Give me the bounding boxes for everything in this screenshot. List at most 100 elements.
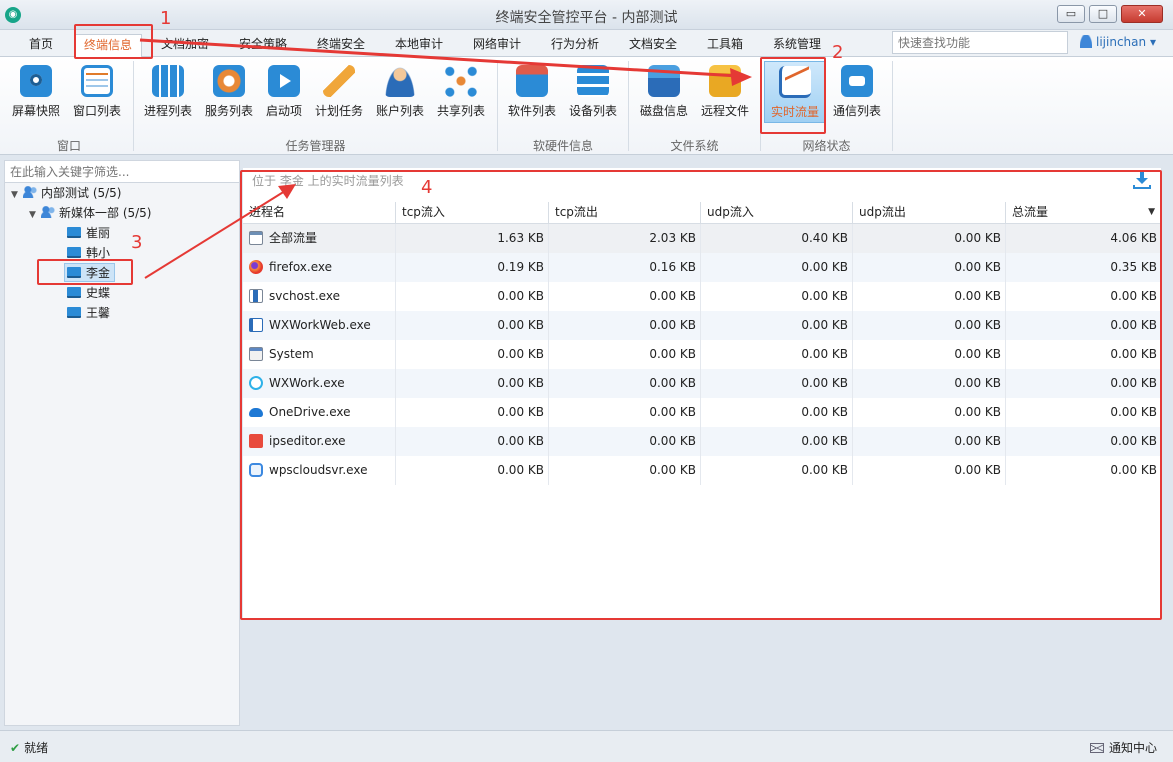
annotation-label-2: 2 bbox=[832, 42, 844, 63]
table-row[interactable]: System 0.00 KB 0.00 KB 0.00 KB 0.00 KB 0.00 K… bbox=[243, 340, 1161, 369]
scheduled-tasks-label: 计划任务 bbox=[314, 104, 363, 118]
remote-files-label: 远程文件 bbox=[700, 104, 749, 118]
table-row[interactable]: WXWorkWeb.exe 0.00 KB 0.00 KB 0.00 KB 0.00 K… bbox=[243, 311, 1161, 340]
realtime-traffic-button[interactable]: 实时流量 bbox=[764, 61, 826, 123]
tree-dept-node[interactable]: ▼ 新媒体一部 (5/5) bbox=[29, 204, 152, 223]
col-tcp-in[interactable]: tcp流入 bbox=[396, 202, 549, 224]
tree-dept-label: 新媒体一部 (5/5) bbox=[59, 206, 152, 220]
process-name-cell: wpscloudsvr.exe bbox=[243, 456, 396, 485]
status-label: 就绪 bbox=[24, 741, 49, 755]
tree-computer-node-selected[interactable]: 李金 bbox=[64, 263, 116, 282]
remote-files-button[interactable]: 远程文件 bbox=[694, 61, 756, 123]
tree-computer-node[interactable]: 崔丽 bbox=[67, 224, 110, 243]
process-name: WXWork.exe bbox=[269, 376, 345, 390]
ribbon-divider bbox=[892, 61, 893, 151]
tab-behavior-analysis[interactable]: 行为分析 bbox=[542, 34, 608, 57]
tcp-in-cell: 0.00 KB bbox=[396, 340, 549, 369]
tab-network-audit[interactable]: 网络审计 bbox=[464, 34, 530, 57]
computer-label: 史蝶 bbox=[86, 286, 111, 300]
expand-caret-icon[interactable]: ▼ bbox=[29, 206, 41, 225]
share-list-button[interactable]: 共享列表 bbox=[430, 61, 492, 123]
startup-items-button[interactable]: 启动项 bbox=[253, 61, 315, 123]
col-udp-in[interactable]: udp流入 bbox=[701, 202, 853, 224]
close-button[interactable]: ✕ bbox=[1121, 5, 1163, 23]
udp-out-cell: 0.00 KB bbox=[853, 427, 1006, 456]
tab-terminal-security[interactable]: 终端安全 bbox=[308, 34, 374, 57]
col-total-label: 总流量 bbox=[1012, 205, 1049, 219]
maximize-button[interactable]: □ bbox=[1089, 5, 1117, 23]
title-bar: ◉ 终端安全管控平台 - 内部测试 ▭ □ ✕ bbox=[0, 0, 1173, 30]
udp-in-cell: 0.00 KB bbox=[701, 340, 853, 369]
check-icon: ✔ bbox=[10, 741, 21, 755]
udp-in-cell: 0.00 KB bbox=[701, 282, 853, 311]
tree-filter-input[interactable] bbox=[5, 161, 239, 183]
tree-root-node[interactable]: ▼ 内部测试 (5/5) bbox=[11, 184, 122, 203]
table-row[interactable]: wpscloudsvr.exe 0.00 KB 0.00 KB 0.00 KB 0.00… bbox=[243, 456, 1161, 485]
tab-doc-encrypt[interactable]: 文档加密 bbox=[152, 34, 218, 57]
col-total[interactable]: 总流量 ▼ bbox=[1006, 202, 1161, 224]
tab-toolbox[interactable]: 工具箱 bbox=[698, 34, 752, 57]
total-cell: 0.00 KB bbox=[1110, 405, 1157, 419]
process-list-button[interactable]: 进程列表 bbox=[137, 61, 199, 123]
minimize-button[interactable]: ▭ bbox=[1057, 5, 1085, 23]
status-bar: ✔ 就绪 通知中心 bbox=[0, 730, 1173, 762]
software-list-button[interactable]: 软件列表 bbox=[501, 61, 563, 123]
scheduled-tasks-button[interactable]: 计划任务 bbox=[308, 61, 370, 123]
computer-icon bbox=[67, 287, 81, 298]
tab-local-audit[interactable]: 本地审计 bbox=[386, 34, 452, 57]
expand-caret-icon[interactable]: ▼ bbox=[11, 186, 23, 205]
udp-in-cell: 0.00 KB bbox=[701, 456, 853, 485]
col-udp-out[interactable]: udp流出 bbox=[853, 202, 1006, 224]
screen-snapshot-button[interactable]: 屏幕快照 bbox=[5, 61, 67, 123]
tab-security-policy[interactable]: 安全策略 bbox=[230, 34, 296, 57]
udp-out-cell: 0.00 KB bbox=[853, 369, 1006, 398]
tab-doc-security[interactable]: 文档安全 bbox=[620, 34, 686, 57]
tree-computer-node[interactable]: 王馨 bbox=[67, 304, 110, 323]
udp-out-cell: 0.00 KB bbox=[853, 398, 1006, 427]
disk-info-button[interactable]: 磁盘信息 bbox=[633, 61, 695, 123]
quick-search-input[interactable] bbox=[892, 31, 1068, 54]
tab-terminal-info[interactable]: 终端信息 bbox=[74, 34, 142, 57]
udp-in-cell: 0.00 KB bbox=[701, 427, 853, 456]
col-process-name[interactable]: 进程名 bbox=[243, 202, 396, 224]
device-list-button[interactable]: 设备列表 bbox=[562, 61, 624, 123]
table-row[interactable]: firefox.exe 0.19 KB 0.16 KB 0.00 KB 0.00 KB 0… bbox=[243, 253, 1161, 282]
annotation-label-4: 4 bbox=[421, 177, 433, 198]
table-row[interactable]: svchost.exe 0.00 KB 0.00 KB 0.00 KB 0.00 KB 0… bbox=[243, 282, 1161, 311]
device-list-label: 设备列表 bbox=[568, 104, 617, 118]
user-menu[interactable]: lijinchan ▾ bbox=[1080, 35, 1156, 49]
computer-icon bbox=[67, 267, 81, 278]
startup-play-icon bbox=[268, 65, 300, 97]
service-list-button[interactable]: 服务列表 bbox=[198, 61, 260, 123]
tab-home[interactable]: 首页 bbox=[18, 34, 64, 57]
tree-computer-node[interactable]: 史蝶 bbox=[67, 284, 110, 303]
process-list-icon bbox=[152, 65, 184, 97]
udp-out-cell: 0.00 KB bbox=[853, 253, 1006, 282]
table-row[interactable]: ipseditor.exe 0.00 KB 0.00 KB 0.00 KB 0.00 K… bbox=[243, 427, 1161, 456]
screen-snapshot-label: 屏幕快照 bbox=[11, 104, 60, 118]
notification-center-button[interactable]: 通知中心 bbox=[1089, 739, 1157, 756]
computer-icon bbox=[67, 227, 81, 238]
tree-computer-node[interactable]: 韩小 bbox=[67, 244, 110, 263]
device-server-icon bbox=[577, 65, 609, 97]
window-list-button[interactable]: 窗口列表 bbox=[66, 61, 128, 123]
table-row[interactable]: WXWork.exe 0.00 KB 0.00 KB 0.00 KB 0.00 KB 0.… bbox=[243, 369, 1161, 398]
tcp-in-cell: 0.19 KB bbox=[396, 253, 549, 282]
tab-system-admin[interactable]: 系统管理 bbox=[764, 34, 830, 57]
col-tcp-out[interactable]: tcp流出 bbox=[549, 202, 701, 224]
group-label-hw-sw-info: 软硬件信息 bbox=[532, 139, 593, 153]
comm-list-button[interactable]: 通信列表 bbox=[826, 61, 888, 123]
window-list-icon bbox=[81, 65, 113, 97]
group-label-task-manager: 任务管理器 bbox=[285, 139, 346, 153]
table-row[interactable]: 全部流量 1.63 KB 2.03 KB 0.40 KB 0.00 KB 4.06 KB bbox=[243, 224, 1161, 253]
ribbon-toolbar: 屏幕快照 窗口列表 进程列表 服务列表 启动项 计划任务 账户列表 共享列表 软… bbox=[0, 57, 1173, 155]
total-cell: 0.00 KB bbox=[1110, 463, 1157, 477]
account-list-button[interactable]: 账户列表 bbox=[369, 61, 431, 123]
wxworkweb-icon bbox=[249, 318, 263, 332]
chevron-down-icon: ▾ bbox=[1149, 35, 1156, 49]
table-row[interactable]: OneDrive.exe 0.00 KB 0.00 KB 0.00 KB 0.00 KB… bbox=[243, 398, 1161, 427]
computer-label: 李金 bbox=[86, 266, 111, 280]
group-icon bbox=[41, 206, 55, 218]
udp-in-cell: 0.00 KB bbox=[701, 253, 853, 282]
tcp-out-cell: 0.00 KB bbox=[549, 311, 701, 340]
